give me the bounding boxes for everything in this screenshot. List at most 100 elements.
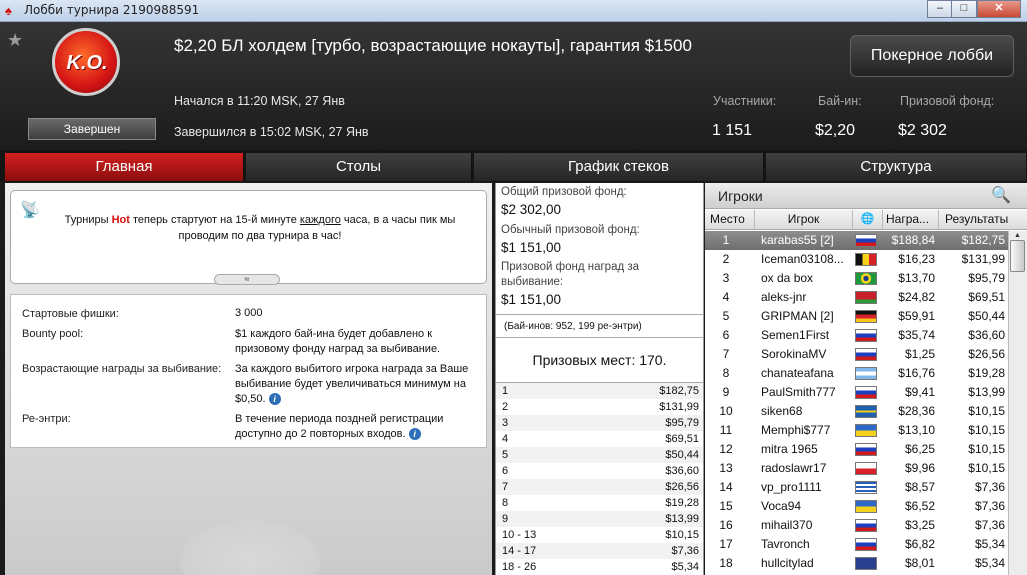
column-place[interactable]: Место [705,210,755,229]
tournament-title: $2,20 БЛ холдем [турбо, возрастающие нок… [174,36,692,55]
tab-tables[interactable]: Столы [246,153,472,181]
players-scrollbar[interactable] [1008,231,1027,575]
player-row[interactable]: 9 PaulSmith777 $9,41 $13,99 [705,383,1008,402]
player-bounty: $16,23 [898,252,935,266]
player-result: $10,15 [968,423,1005,437]
info-icon[interactable]: i [268,393,281,406]
info-icon[interactable]: i [408,428,421,441]
tab-stack-chart[interactable]: График стеков [474,153,764,181]
bounty-prize-label-2: выбивание: [501,276,564,288]
player-place: 14 [719,480,733,494]
player-row[interactable]: 18 hullcitylad $8,01 $5,34 [705,554,1008,573]
payout-place: 4 [502,433,509,445]
player-name: siken68 [761,404,803,418]
player-name: mihail370 [761,518,813,532]
flag-cell [853,307,883,326]
payout-amount: $69,51 [665,433,699,445]
player-row[interactable]: 17 Tavronch $6,82 $5,34 [705,535,1008,554]
poker-lobby-button[interactable]: Покерное лобби [850,35,1014,77]
player-row[interactable]: 12 mitra 1965 $6,25 $10,15 [705,440,1008,459]
player-row[interactable]: 4 aleks-jnr $24,82 $69,51 [705,288,1008,307]
player-row[interactable]: 13 radoslawr17 $9,96 $10,15 [705,459,1008,478]
country-flag-icon [855,424,877,437]
collapse-news-button[interactable]: ≈ [214,274,280,285]
favorite-star-icon[interactable]: ★ [7,30,23,51]
player-row[interactable]: 6 Semen1First $35,74 $36,60 [705,326,1008,345]
payout-row: 1 $182,75 [496,383,703,399]
column-country-globe-icon[interactable]: 🌐 [853,210,883,229]
tab-main[interactable]: Главная [5,153,244,181]
player-row[interactable]: 3 ox da box $13,70 $95,79 [705,269,1008,288]
column-results[interactable]: Результаты [939,210,1027,229]
player-place: 8 [722,366,730,380]
column-bounty[interactable]: Награ... [883,210,939,229]
player-row[interactable]: 8 chanateafana $16,76 $19,28 [705,364,1008,383]
player-result: $19,28 [968,366,1005,380]
flag-cell [853,231,883,250]
scrollbar-thumb[interactable] [1010,240,1025,272]
starting-chips-label: Стартовые фишки: [22,308,119,320]
regular-prize-value: $1 151,00 [501,240,562,255]
player-row[interactable]: 5 GRIPMAN [2] $59,91 $50,44 [705,307,1008,326]
payout-list[interactable]: 1 $182,75 2 $131,99 3 $95,79 4 $69,51 5 $50,44 6 $3… [496,382,703,575]
search-icon[interactable]: 🔍 [990,185,1012,207]
country-flag-icon [855,500,877,513]
scroll-up-arrow-icon[interactable]: ▲ [1010,232,1025,240]
player-row[interactable]: 2 Iceman03108... $16,23 $131,99 [705,250,1008,269]
player-bounty: $9,41 [904,385,935,399]
player-bounty: $8,57 [904,480,935,494]
payout-amount: $5,34 [671,561,699,573]
player-row[interactable]: 15 Voca94 $6,52 $7,36 [705,497,1008,516]
payout-place: 8 [502,497,509,509]
regular-prize-label: Обычный призовой фонд: [501,224,640,236]
start-time: Начался в 11:20 MSK, 27 Янв [174,94,345,108]
player-place: 5 [722,309,730,323]
total-prize-value: $2 302,00 [501,202,562,217]
payout-row: 9 $13,99 [496,511,703,527]
player-row[interactable]: 14 vp_pro1111 $8,57 $7,36 [705,478,1008,497]
payout-place: 3 [502,417,509,429]
payout-amount: $95,79 [665,417,699,429]
tab-structure[interactable]: Структура [766,153,1027,181]
flag-cell [853,383,883,402]
player-row[interactable]: 7 SorokinaMV $1,25 $26,56 [705,345,1008,364]
player-place: 4 [722,290,730,304]
payout-row: 7 $26,56 [496,479,703,495]
flag-cell [853,554,883,573]
starting-chips-value: 3 000 [235,307,263,319]
flag-cell [853,440,883,459]
player-row[interactable]: 11 Memphi$777 $13,10 $10,15 [705,421,1008,440]
player-bounty: $3,25 [904,518,935,532]
country-flag-icon [855,557,877,570]
payout-row: 6 $36,60 [496,463,703,479]
player-name: mitra 1965 [761,442,818,456]
player-name: Semen1First [761,328,830,342]
minimize-button[interactable]: ‒ [927,0,953,18]
payout-place: 2 [502,401,509,413]
finish-time: Завершился в 15:02 MSK, 27 Янв [174,125,369,139]
payout-place: 9 [502,513,509,525]
player-row[interactable]: 16 mihail370 $3,25 $7,36 [705,516,1008,535]
close-button[interactable]: ✕ [977,0,1021,18]
flag-cell [853,478,883,497]
player-row[interactable]: 10 siken68 $28,36 $10,15 [705,402,1008,421]
country-flag-icon [855,462,877,475]
news-text-part: теперь стартуют на 15-й минуте [129,214,300,226]
country-flag-icon [855,272,877,285]
player-bounty: $59,91 [898,309,935,323]
entries-summary: (Бай-инов: 952, 199 ре-энтри) [496,314,703,338]
country-flag-icon [855,386,877,399]
payout-amount: $19,28 [665,497,699,509]
reentry-value: В течение периода поздней регистрации до… [235,412,480,442]
news-text: Турниры Hot теперь стартуют на 15-й мину… [40,212,480,244]
flag-cell [853,459,883,478]
column-player[interactable]: Игрок [755,210,853,229]
player-result: $7,36 [974,518,1005,532]
country-flag-icon [855,367,877,380]
maximize-button[interactable]: □ [951,0,977,18]
bounty-prize-value: $1 151,00 [501,292,562,307]
player-place: 17 [719,537,733,551]
player-bounty: $188,84 [891,233,935,247]
payout-row: 18 - 26 $5,34 [496,559,703,575]
player-row[interactable]: 1 karabas55 [2] $188,84 $182,75 [705,231,1008,250]
